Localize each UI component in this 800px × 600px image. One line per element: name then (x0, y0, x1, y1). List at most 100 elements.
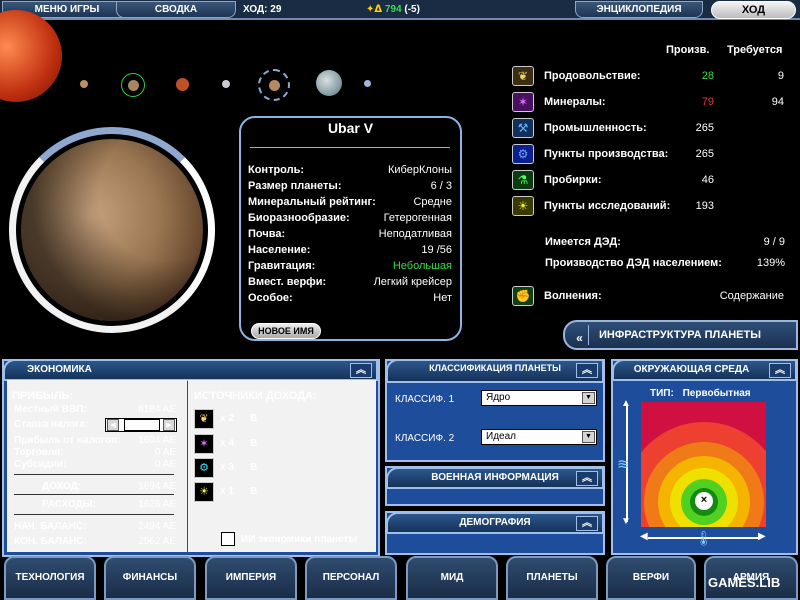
planet-thumb-5[interactable] (258, 69, 290, 101)
infrastructure-button[interactable]: « ИНФРАСТРУКТУРА ПЛАНЕТЫ (563, 320, 798, 350)
nav-planets-button[interactable]: ПЛАНЕТЫ (506, 556, 598, 600)
economy-panel-header: ЭКОНОМИКА ︽ (3, 359, 378, 381)
dad-available: Имеется ДЭД: 9 / 9 (545, 236, 785, 250)
collapse-chevron-icon[interactable]: ︽ (350, 363, 372, 378)
planet-thumb-1[interactable] (80, 80, 88, 88)
turn-counter: ХОД: 29 (243, 4, 282, 15)
planet-thumb-2-selected[interactable] (121, 73, 145, 97)
arrow-left-icon: ◀ (640, 531, 648, 542)
resource-row-minerals[interactable]: ✶ Минералы: 79 94 (512, 92, 792, 112)
encyclopedia-button[interactable]: ЭНЦИКЛОПЕДИЯ (575, 1, 703, 18)
resource-row-industry[interactable]: ⚒ Промышленность: 265 (512, 118, 792, 138)
subsidy-label: Субсидии: (14, 459, 67, 470)
collapse-chevron-icon[interactable]: ︽ (576, 363, 598, 378)
ai-economy-label: ИИ экономики планеты (241, 534, 358, 545)
income-source[interactable]: ❦ x 2 B (194, 409, 257, 429)
collapse-chevron-icon[interactable]: ︽ (576, 471, 598, 486)
fist-icon: ✊ (512, 286, 534, 306)
planet-globe (21, 139, 203, 321)
start-balance-value: 2494 AE (138, 521, 176, 532)
game-screen: МЕНЮ ИГРЫ СВОДКА ХОД: 29 ✦ᐃ 794 (-5) ЭНЦ… (0, 0, 800, 600)
nav-empire-button[interactable]: ИМПЕРИЯ (205, 556, 297, 600)
arrow-right-icon[interactable]: ▶ (163, 419, 175, 431)
planet-name: Ubar V (327, 120, 374, 136)
gear-icon: ⚙ (194, 458, 214, 478)
chevron-down-icon[interactable]: ▼ (582, 431, 595, 443)
chevron-down-icon[interactable]: ▼ (582, 392, 595, 404)
end-balance-label: КОН. БАЛАНС: (14, 536, 87, 547)
tax-rate-stepper[interactable]: ◀ 22% ▶ (105, 418, 177, 432)
resource-prod: 79 (701, 96, 714, 108)
planet-row: Контроль: КиберКлоны (248, 164, 452, 180)
thermometer-icon: 🌡 (695, 530, 713, 546)
bulb-icon: ☀ (194, 482, 214, 502)
income-source-tag: B (250, 462, 258, 473)
infrastructure-label: ИНФРАСТРУКТУРА ПЛАНЕТЫ (599, 329, 761, 341)
nav-foreign-affairs-button[interactable]: МИД (406, 556, 498, 600)
nav-personnel-button[interactable]: ПЕРСОНАЛ (305, 556, 397, 600)
trade-label: Торговля: (14, 447, 64, 458)
resource-prod: 46 (701, 174, 714, 186)
start-balance-label: НАЧ. БАЛАНС: (14, 521, 87, 532)
collapse-chevron-icon[interactable]: ︽ (769, 363, 791, 378)
planet-row: Вмест. верфи: Легкий крейсер (248, 276, 452, 292)
demography-panel-header[interactable]: ДЕМОГРАФИЯ ︽ (386, 512, 604, 534)
income-source-multiplier: x 2 (220, 413, 234, 424)
income-source[interactable]: ☀ x 1 B (194, 482, 257, 502)
money-value: 794 (384, 4, 402, 15)
expense-value: 1626 AE (138, 499, 176, 510)
class1-select[interactable]: Ядро ▼ (481, 390, 597, 406)
resource-label: Минералы: (544, 96, 606, 108)
resource-row-research[interactable]: ☀ Пункты исследований: 193 (512, 196, 792, 216)
economy-title: ЭКОНОМИКА (27, 364, 92, 375)
gear-icon: ⚙ (512, 144, 534, 164)
end-turn-button[interactable]: ХОД (711, 1, 796, 19)
demography-title: ДЕМОГРАФИЯ (459, 517, 531, 528)
planet-thumb-3[interactable] (176, 78, 189, 91)
planet-thumb-7[interactable] (364, 80, 371, 87)
profit-heading: ПРИБЫЛЬ: (12, 390, 74, 402)
environment-type-value: Первобытная (682, 388, 751, 399)
arrow-left-icon[interactable]: ◀ (107, 419, 119, 431)
planet-row-key: Минеральный рейтинг: (248, 196, 376, 208)
ai-economy-checkbox[interactable]: ✓ (221, 532, 235, 546)
bulb-icon: ☀ (512, 196, 534, 216)
income-source-multiplier: x 1 (220, 486, 234, 497)
arrow-right-icon: ▶ (758, 531, 766, 542)
resource-row-food[interactable]: ❦ Продовольствие: 28 9 (512, 66, 792, 86)
resource-prod: 28 (701, 70, 714, 82)
planet-thumb-4[interactable] (222, 80, 230, 88)
nav-shipyards-button[interactable]: ВЕРФИ (606, 556, 696, 600)
summary-button[interactable]: СВОДКА (116, 1, 236, 18)
income-source[interactable]: ⚙ x 3 B (194, 458, 257, 478)
classification-title: КЛАССИФИКАЦИЯ ПЛАНЕТЫ (429, 363, 561, 373)
planet-row-value: Средне (413, 196, 452, 208)
tax-rate-value: 22% (124, 419, 160, 431)
resource-row-flasks[interactable]: ⚗ Пробирки: 46 (512, 170, 792, 190)
class1-value: Ядро (486, 392, 511, 403)
rename-planet-button[interactable]: НОВОЕ ИМЯ (251, 323, 321, 339)
resource-row-production-points[interactable]: ⚙ Пункты производства: 265 (512, 144, 792, 164)
gdp-label: Местный ВВП: (14, 404, 87, 415)
money-readout: ✦ᐃ 794 (-5) (366, 2, 420, 18)
unrest-row[interactable]: ✊ Волнения: Содержание (512, 286, 792, 306)
income-source[interactable]: ✶ x 4 B (194, 434, 257, 454)
class2-select[interactable]: Идеал ▼ (481, 429, 597, 445)
gdp-value: 6184 AE (138, 404, 176, 415)
wrench-icon: ⚒ (512, 118, 534, 138)
military-panel-header[interactable]: ВОЕННАЯ ИНФОРМАЦИЯ ︽ (386, 467, 604, 489)
start-balance-row: НАЧ. БАЛАНС: 2494 AE (14, 521, 176, 533)
nav-finance-button[interactable]: ФИНАНСЫ (104, 556, 196, 600)
resource-req: 9 (777, 70, 784, 82)
planet-thumb-6[interactable] (316, 70, 342, 96)
end-balance-row: КОН. БАЛАНС: 2562 AE (14, 536, 176, 548)
tax-label: Ставка налога: (14, 419, 89, 430)
tax-profit-value: 1694 AE (138, 435, 176, 446)
planet-row-value: Гетерогенная (383, 212, 452, 224)
money-delta: (-5) (404, 4, 420, 15)
nav-technology-button[interactable]: ТЕХНОЛОГИЯ (4, 556, 96, 600)
planet-row-key: Размер планеты: (248, 180, 342, 192)
planet-row: Минеральный рейтинг: Средне (248, 196, 452, 212)
collapse-chevron-icon[interactable]: ︽ (576, 516, 598, 531)
divider (14, 514, 174, 515)
